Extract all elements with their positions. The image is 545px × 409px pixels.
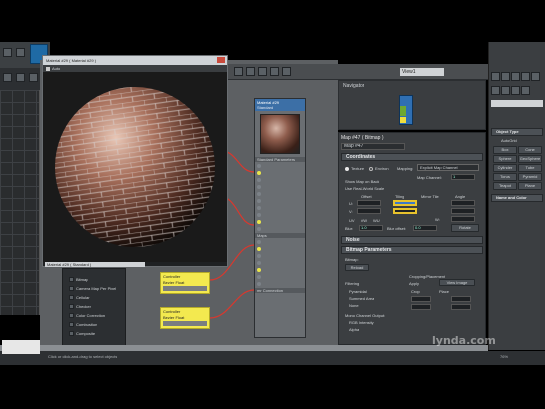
socket-row[interactable] — [257, 204, 305, 211]
map-icon — [69, 295, 74, 300]
close-icon[interactable] — [217, 57, 225, 63]
browser-item-label: Combustion — [76, 322, 98, 327]
socket-row[interactable] — [257, 259, 305, 266]
controller-node-2[interactable]: Controller Bezier Float — [160, 307, 210, 329]
status-bar: Click or click-and-drag to select object… — [0, 351, 545, 365]
socket-row[interactable] — [257, 252, 305, 259]
map-icon — [69, 313, 74, 318]
controller-value-field[interactable] — [163, 321, 207, 326]
wire-controller-2 — [209, 289, 255, 319]
socket-row[interactable] — [257, 218, 305, 225]
auto-label: Auto — [52, 66, 61, 71]
map-icon — [69, 331, 74, 336]
browser-item[interactable]: Combustion — [69, 320, 127, 329]
preview-window[interactable]: Material #29 ( Material #29 ) Auto Mater… — [42, 55, 228, 267]
socket-row[interactable] — [257, 245, 305, 252]
socket-row[interactable] — [257, 280, 305, 287]
sphere-preview — [43, 72, 227, 262]
material-node-section-3: mr Connection — [255, 288, 305, 293]
controller-title: Controller — [163, 274, 181, 279]
socket-row[interactable] — [257, 238, 305, 245]
browser-item[interactable]: Bitmap — [69, 275, 127, 284]
browser-item[interactable]: Cellular — [69, 293, 127, 302]
preview-material-selector[interactable]: Material #29 ( Standard ) — [45, 262, 145, 267]
controller-value-field[interactable] — [163, 286, 207, 291]
browser-item[interactable]: Camera Map Per Pixel — [69, 284, 127, 293]
socket-row[interactable] — [257, 266, 305, 273]
browser-item-label: Cellular — [76, 295, 90, 300]
preview-toolbar: Auto — [43, 65, 227, 72]
browser-item-label: Color Correction — [76, 313, 106, 318]
status-text: Click or click-and-drag to select object… — [48, 354, 118, 359]
browser-item-label: Camera Map Per Pixel — [76, 286, 117, 291]
material-node-sockets-2 — [255, 238, 305, 287]
material-browser: Bitmap Camera Map Per Pixel Cellular Che… — [62, 268, 126, 348]
controller-subtitle: Bezier Float — [163, 315, 185, 320]
controller-node-1[interactable]: Controller Bezier Float — [160, 272, 210, 294]
socket-row[interactable] — [257, 211, 305, 218]
socket-row[interactable] — [257, 197, 305, 204]
map-icon — [69, 304, 74, 309]
auto-checkbox-icon[interactable] — [46, 66, 50, 71]
browser-item-label: Composite — [76, 331, 96, 336]
socket-row[interactable] — [257, 225, 305, 232]
material-node-subtitle: Standard — [257, 105, 274, 110]
zoom-readout: 76% — [500, 354, 509, 359]
socket-row[interactable] — [257, 169, 305, 176]
watermark: lynda.com — [432, 334, 496, 347]
browser-item-label: Bitmap — [76, 277, 89, 282]
material-node-preview — [260, 114, 300, 154]
socket-row[interactable] — [257, 162, 305, 169]
preview-title: Material #29 ( Material #29 ) — [46, 58, 97, 63]
socket-row[interactable] — [257, 176, 305, 183]
socket-row[interactable] — [257, 183, 305, 190]
browser-list: Bitmap Camera Map Per Pixel Cellular Che… — [69, 275, 127, 338]
socket-row[interactable] — [257, 190, 305, 197]
map-icon — [69, 322, 74, 327]
mini-listener[interactable] — [2, 340, 40, 354]
map-icon — [69, 286, 74, 291]
browser-item[interactable]: Color Correction — [69, 311, 127, 320]
material-node[interactable]: Material #29 Standard Standard Parameter… — [254, 98, 306, 338]
map-icon — [69, 277, 74, 282]
material-node-sockets — [255, 162, 305, 232]
browser-item[interactable]: Checker — [69, 302, 127, 311]
socket-row[interactable] — [257, 273, 305, 280]
controller-subtitle: Bezier Float — [163, 280, 185, 285]
browser-item[interactable]: Composite — [69, 329, 127, 338]
browser-item-label: Checker — [76, 304, 91, 309]
preview-titlebar[interactable]: Material #29 ( Material #29 ) — [43, 56, 227, 65]
controller-title: Controller — [163, 309, 181, 314]
